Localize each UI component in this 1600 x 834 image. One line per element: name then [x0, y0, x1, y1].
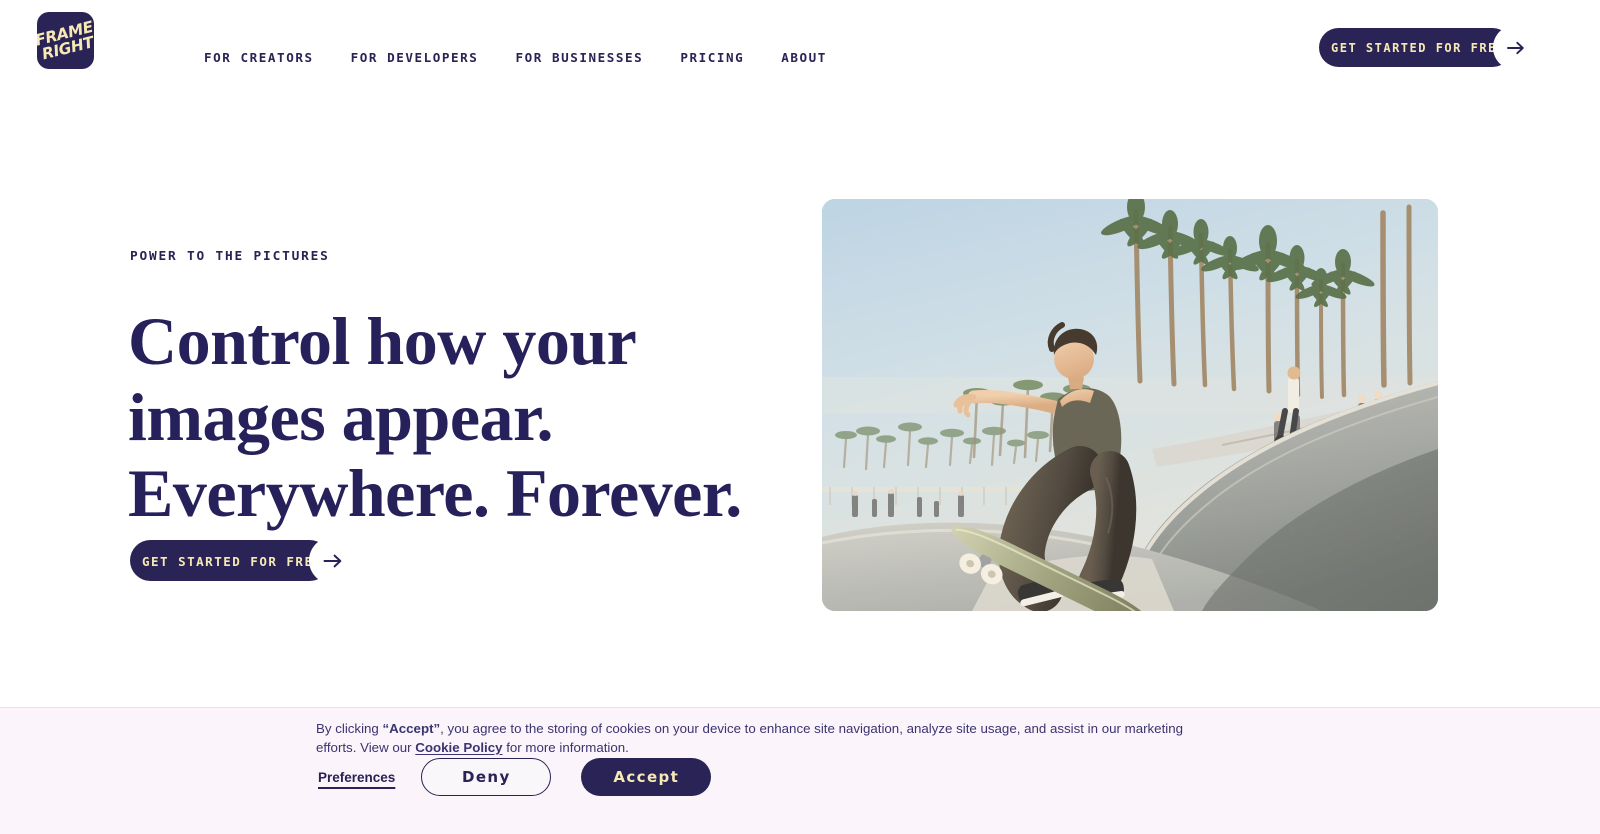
hero-cta-label: GET STARTED FOR FREE [142, 554, 323, 569]
hero-get-started-button[interactable]: GET STARTED FOR FREE [130, 537, 356, 584]
header-get-started-button[interactable]: GET STARTED FOR FREE [1319, 25, 1538, 70]
cookie-policy-link[interactable]: Cookie Policy [415, 740, 502, 755]
arrow-right-icon [309, 537, 356, 584]
cookie-accept-button[interactable]: Accept [581, 758, 712, 796]
hero-image-illustration [822, 199, 1438, 611]
hero-image [822, 199, 1438, 611]
cookie-banner-actions: Preferences Deny Accept [316, 758, 712, 796]
cookie-preferences-button[interactable]: Preferences [316, 770, 397, 785]
cookie-banner-text: By clicking “Accept”, you agree to the s… [316, 719, 1206, 757]
nav-item-for-creators[interactable]: FOR CREATORS [204, 50, 314, 65]
cookie-text-prefix: By clicking [316, 721, 383, 736]
page-title: Control how your images appear. Everywhe… [128, 303, 742, 531]
cookie-text-suffix: for more information. [502, 740, 629, 755]
cookie-text-accept-emphasis: “Accept” [382, 721, 441, 736]
header-cta-label: GET STARTED FOR FREE [1331, 41, 1506, 55]
cookie-consent-banner: By clicking “Accept”, you agree to the s… [0, 707, 1600, 834]
arrow-right-icon [1493, 25, 1538, 70]
logo-wordmark: FRAME RIGHT [37, 17, 94, 63]
site-header: FRAME RIGHT FOR CREATORS FOR DEVELOPERS … [0, 0, 1565, 96]
hero-eyebrow: POWER TO THE PICTURES [130, 249, 330, 264]
cookie-deny-button[interactable]: Deny [421, 758, 552, 796]
nav-item-pricing[interactable]: PRICING [680, 50, 744, 65]
nav-item-for-developers[interactable]: FOR DEVELOPERS [351, 50, 479, 65]
nav-item-for-businesses[interactable]: FOR BUSINESSES [515, 50, 643, 65]
primary-navigation: FOR CREATORS FOR DEVELOPERS FOR BUSINESS… [204, 50, 827, 65]
nav-item-about[interactable]: ABOUT [781, 50, 827, 65]
frame-right-logo[interactable]: FRAME RIGHT [37, 12, 94, 69]
